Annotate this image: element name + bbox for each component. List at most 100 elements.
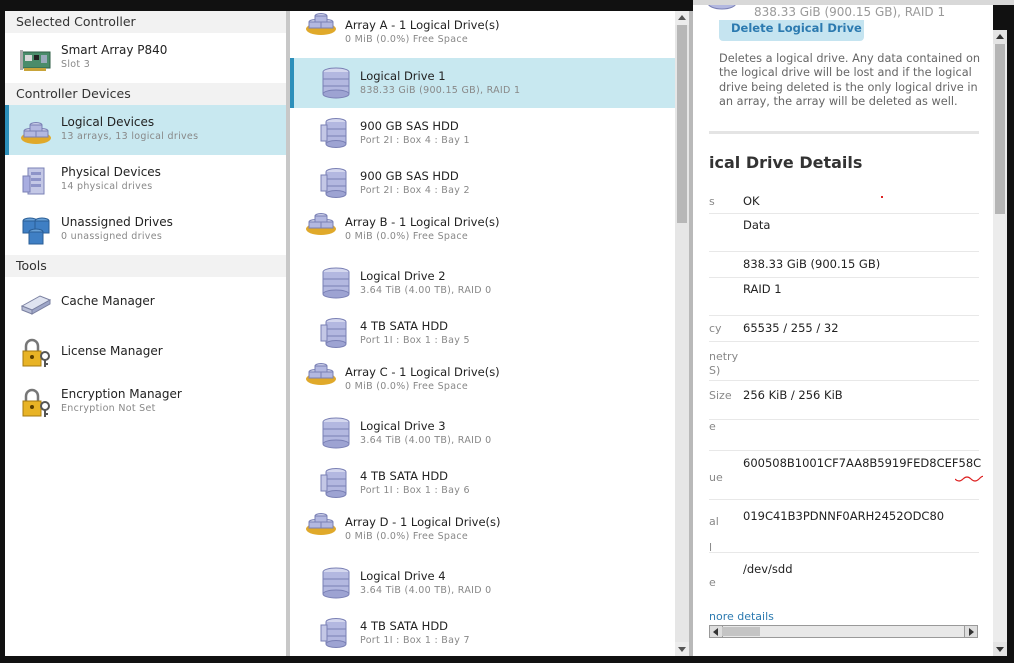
physical-drive-row[interactable]: 4 TB SATA HDD Port 1I : Box 1 : Bay 6	[290, 458, 675, 508]
scroll-right-arrow-icon[interactable]	[964, 626, 977, 637]
prop-row: 838.33 GiB (900.15 GB)	[709, 252, 979, 278]
tools-header: Tools	[5, 255, 286, 277]
details-horizontal-scrollbar[interactable]	[709, 625, 978, 638]
logical-drive-name: Logical Drive 1	[360, 69, 446, 83]
nav-cache-manager-label: Cache Manager	[61, 294, 155, 308]
array-name: Array A - 1 Logical Drive(s)	[345, 18, 500, 32]
prop-label: ue	[709, 471, 723, 484]
array-name: Array B - 1 Logical Drive(s)	[345, 215, 500, 229]
prop-row: Size 256 KiB / 256 KiB	[709, 381, 979, 420]
prop-row-status: s OK	[709, 191, 979, 214]
scroll-down-arrow-icon[interactable]	[675, 642, 689, 656]
controller-devices-header: Controller Devices	[5, 83, 286, 105]
physical-drive-icon	[320, 168, 347, 198]
prop-row: e /dev/sdd	[709, 553, 979, 598]
unassigned-drives-icon	[22, 217, 50, 245]
delete-description: Deletes a logical drive. Any data contai…	[719, 52, 981, 108]
prop-value: /dev/sdd	[743, 562, 793, 576]
array-row-c[interactable]: Array C - 1 Logical Drive(s) 0 MiB (0.0%…	[290, 358, 675, 408]
physical-drive-name: 4 TB SATA HDD	[360, 469, 449, 483]
physical-drive-location: Port 2I : Box 4 : Bay 2	[360, 185, 470, 196]
physical-drive-icon	[320, 468, 347, 498]
logical-drive-name: Logical Drive 3	[360, 419, 446, 433]
prop-value: 256 KiB / 256 KiB	[743, 388, 843, 402]
left-navigation-pane: Selected Controller Smart Array P840 Slo…	[5, 11, 286, 656]
nav-unassigned-drives-sub: 0 unassigned drives	[61, 231, 163, 242]
nav-logical-devices[interactable]: Logical Devices 13 arrays, 13 logical dr…	[5, 105, 286, 155]
scroll-down-arrow-icon[interactable]	[993, 642, 1007, 656]
array-free-space: 0 MiB (0.0%) Free Space	[345, 231, 469, 242]
array-icon	[306, 213, 336, 235]
logical-drive-size: 3.64 TiB (4.00 TB), RAID 0	[360, 285, 492, 296]
logical-drive-row-1[interactable]: Logical Drive 1 838.33 GiB (900.15 GB), …	[290, 58, 675, 108]
prop-row: RAID 1	[709, 278, 979, 316]
nav-license-manager[interactable]: License Manager	[5, 327, 286, 377]
details-title: ical Drive Details	[709, 153, 863, 172]
logical-drive-icon	[708, 5, 736, 10]
encryption-lock-icon	[22, 388, 50, 417]
prop-value: OK	[743, 194, 760, 208]
controller-item[interactable]: Smart Array P840 Slot 3	[5, 33, 286, 83]
physical-drive-name: 4 TB SATA HDD	[360, 319, 449, 333]
nav-physical-devices-sub: 14 physical drives	[61, 181, 153, 192]
prop-row: netry S)	[709, 342, 979, 381]
physical-drive-location: Port 1I : Box 1 : Bay 6	[360, 485, 470, 496]
physical-devices-icon	[22, 167, 45, 195]
logical-drive-row-2[interactable]: Logical Drive 2 3.64 TiB (4.00 TB), RAID…	[290, 258, 675, 308]
nav-license-manager-label: License Manager	[61, 344, 163, 358]
physical-drive-row[interactable]: 4 TB SATA HDD Port 1I : Box 1 : Bay 5	[290, 308, 675, 358]
scroll-thumb[interactable]	[722, 627, 760, 636]
physical-drive-location: Port 1I : Box 1 : Bay 5	[360, 335, 470, 346]
controller-name: Smart Array P840	[61, 43, 168, 57]
physical-drive-row[interactable]: 4 TB SATA HDD Port 1I : Box 1 : Bay 7	[290, 608, 675, 656]
delete-logical-drive-button[interactable]: Delete Logical Drive	[719, 20, 864, 41]
logical-drive-icon	[322, 567, 350, 599]
logical-drive-row-3[interactable]: Logical Drive 3 3.64 TiB (4.00 TB), RAID…	[290, 408, 675, 458]
prop-label: cy	[709, 322, 722, 335]
details-pane: 838.33 GiB (900.15 GB), RAID 1 Delete Lo…	[693, 5, 993, 656]
controller-slot: Slot 3	[61, 59, 91, 70]
scroll-up-arrow-icon[interactable]	[993, 30, 1007, 44]
prop-row: ue 600508B1001CF7AA8B5919FED8CEF58C	[709, 451, 981, 500]
spellcheck-underline	[955, 475, 983, 482]
nav-physical-devices[interactable]: Physical Devices 14 physical drives	[5, 155, 286, 205]
nav-encryption-manager[interactable]: Encryption Manager Encryption Not Set	[5, 377, 286, 427]
array-row-d[interactable]: Array D - 1 Logical Drive(s) 0 MiB (0.0%…	[290, 508, 675, 558]
logical-drive-name: Logical Drive 4	[360, 569, 446, 583]
prop-value: Data	[743, 218, 771, 232]
array-row-b[interactable]: Array B - 1 Logical Drive(s) 0 MiB (0.0%…	[290, 208, 675, 258]
logical-drive-row-4[interactable]: Logical Drive 4 3.64 TiB (4.00 TB), RAID…	[290, 558, 675, 608]
nav-encryption-manager-sub: Encryption Not Set	[61, 403, 156, 414]
logical-drive-icon	[322, 417, 350, 449]
cache-manager-icon	[20, 295, 52, 315]
prop-label: e	[709, 420, 716, 433]
scroll-up-arrow-icon[interactable]	[675, 11, 689, 25]
device-list-scrollbar[interactable]	[675, 11, 689, 656]
physical-drive-row[interactable]: 900 GB SAS HDD Port 2I : Box 4 : Bay 2	[290, 158, 675, 208]
prop-row: e	[709, 420, 979, 451]
nav-logical-devices-sub: 13 arrays, 13 logical drives	[61, 131, 199, 142]
prop-label: netry S)	[709, 350, 739, 377]
details-vertical-scrollbar[interactable]	[993, 30, 1007, 656]
prop-label: s	[709, 195, 715, 208]
physical-drive-row[interactable]: 900 GB SAS HDD Port 2I : Box 4 : Bay 1	[290, 108, 675, 158]
nav-cache-manager[interactable]: Cache Manager	[5, 277, 286, 327]
controller-card-icon	[20, 50, 51, 71]
array-row-a[interactable]: Array A - 1 Logical Drive(s) 0 MiB (0.0%…	[290, 11, 675, 58]
scroll-thumb[interactable]	[995, 44, 1005, 214]
app-window: Selected Controller Smart Array P840 Slo…	[0, 0, 1014, 663]
prop-row: cy 65535 / 255 / 32	[709, 316, 979, 342]
logical-devices-icon	[21, 122, 51, 144]
array-free-space: 0 MiB (0.0%) Free Space	[345, 34, 469, 45]
nav-unassigned-drives[interactable]: Unassigned Drives 0 unassigned drives	[5, 205, 286, 255]
prop-value: 65535 / 255 / 32	[743, 321, 839, 335]
prop-label: e	[709, 576, 716, 589]
scroll-thumb[interactable]	[677, 25, 687, 223]
physical-drive-icon	[320, 318, 347, 348]
more-details-link[interactable]: nore details	[709, 610, 774, 623]
physical-drive-icon	[320, 618, 347, 648]
prop-row: Data	[709, 214, 979, 252]
prop-value: 838.33 GiB (900.15 GB)	[743, 257, 881, 271]
delete-logical-drive-label: Delete Logical Drive	[731, 21, 862, 35]
nav-unassigned-drives-label: Unassigned Drives	[61, 215, 173, 229]
